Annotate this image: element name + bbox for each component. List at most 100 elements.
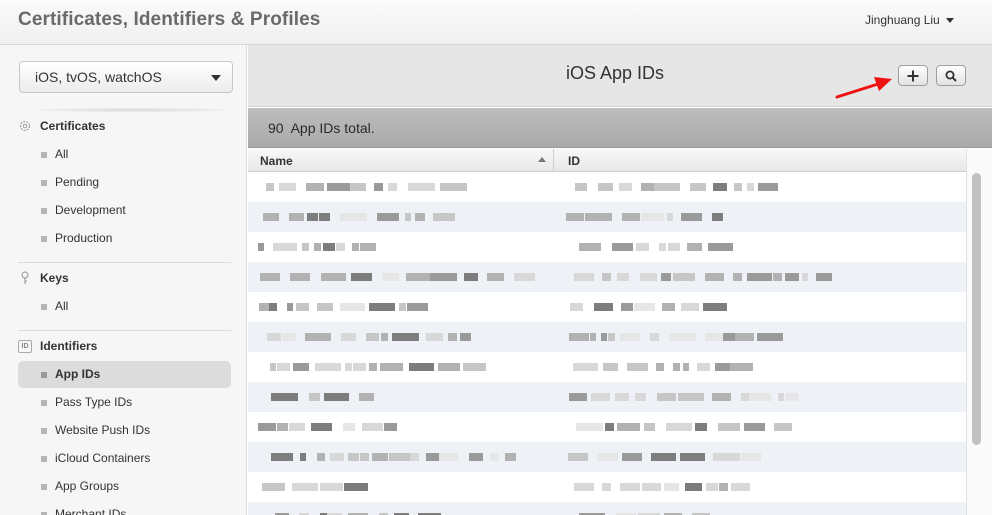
obscured-cell-block (293, 363, 309, 371)
obscured-cell-block (575, 183, 587, 191)
table-row[interactable] (248, 442, 966, 472)
obscured-cell-block (719, 483, 728, 491)
obscured-cell-block (620, 333, 640, 341)
table-row[interactable] (248, 262, 966, 292)
table-row[interactable] (248, 472, 966, 502)
sidebar-item-pending[interactable]: Pending (18, 169, 231, 196)
obscured-cell-block (321, 273, 346, 281)
sidebar-item-production[interactable]: Production (18, 225, 231, 252)
sidebar-item-app-ids[interactable]: App IDs (18, 361, 231, 388)
obscured-cell-block (271, 453, 293, 461)
obscured-cell-block (270, 363, 276, 371)
table-row[interactable] (248, 292, 966, 322)
obscured-cell-block (320, 483, 343, 491)
obscured-cell-block (644, 423, 655, 431)
obscured-cell-block (271, 393, 298, 401)
obscured-cell-block (327, 183, 350, 191)
chevron-down-icon (211, 75, 221, 81)
obscured-cell-block (657, 393, 676, 401)
obscured-cell-block (669, 333, 696, 341)
obscured-cell-block (713, 453, 740, 461)
obscured-cell-block (681, 303, 699, 311)
obscured-cell-block (382, 273, 399, 281)
table-row[interactable] (248, 502, 966, 515)
column-id-header[interactable]: ID (568, 154, 580, 168)
sidebar-item-app-groups[interactable]: App Groups (18, 473, 231, 500)
obscured-cell-block (569, 333, 589, 341)
table-row[interactable] (248, 382, 966, 412)
obscured-cell-block (683, 363, 689, 371)
obscured-cell-block (381, 333, 388, 341)
obscured-cell-block (681, 213, 702, 221)
table-row[interactable] (248, 352, 966, 382)
obscured-cell-block (463, 363, 486, 371)
obscured-cell-block (351, 273, 372, 281)
obscured-cell-block (666, 423, 692, 431)
scrollbar-thumb[interactable] (972, 173, 981, 445)
obscured-cell-block (340, 213, 367, 221)
search-button[interactable] (936, 65, 966, 86)
obscured-cell-block (574, 273, 594, 281)
obscured-cell-block (259, 303, 269, 311)
sort-ascending-icon (538, 157, 546, 162)
obscured-cell-block (330, 453, 344, 461)
obscured-cell-block (594, 303, 613, 311)
sidebar-item-keys-all[interactable]: All (18, 293, 231, 320)
sidebar-item-pass-type-ids[interactable]: Pass Type IDs (18, 389, 231, 416)
obscured-cell-block (741, 453, 761, 461)
obscured-cell-block (309, 393, 320, 401)
obscured-cell-block (690, 183, 706, 191)
table-row[interactable] (248, 322, 966, 352)
obscured-cell-block (621, 303, 633, 311)
obscured-cell-block (306, 183, 324, 191)
table-row[interactable] (248, 412, 966, 442)
obscured-cell-block (708, 243, 733, 251)
obscured-cell-block (392, 333, 419, 341)
obscured-cell-block (731, 483, 750, 491)
obscured-cell-block (426, 453, 439, 461)
obscured-cell-block (635, 393, 646, 401)
chevron-down-icon (945, 17, 954, 23)
sidebar-item-label: Website Push IDs (55, 423, 151, 437)
table-row[interactable] (248, 172, 966, 202)
obscured-cell-block (744, 423, 765, 431)
obscured-cell-block (786, 393, 798, 401)
obscured-cell-block (715, 363, 730, 371)
platform-select[interactable]: iOS, tvOS, watchOS (19, 61, 233, 93)
obscured-cell-block (369, 303, 395, 311)
bullet-icon (41, 304, 47, 310)
obscured-cell-block (574, 483, 594, 491)
obscured-cell-block (622, 453, 642, 461)
obscured-cell-block (673, 273, 695, 281)
sidebar-item-icloud-containers[interactable]: iCloud Containers (18, 445, 231, 472)
obscured-cell-block (723, 333, 735, 341)
key-icon (18, 271, 32, 285)
obscured-cell-block (311, 423, 332, 431)
sidebar-item-certificates-all[interactable]: All (18, 141, 231, 168)
obscured-cell-block (640, 273, 657, 281)
obscured-cell-block (341, 333, 356, 341)
table-row[interactable] (248, 202, 966, 232)
sidebar-item-label: Production (55, 231, 113, 245)
obscured-cell-block (608, 333, 615, 341)
obscured-cell-block (641, 183, 654, 191)
obscured-cell-block (687, 243, 702, 251)
obscured-cell-block (569, 393, 587, 401)
count-number: 90 (268, 120, 284, 136)
column-name-header[interactable]: Name (260, 154, 293, 168)
sidebar-item-development[interactable]: Development (18, 197, 231, 224)
obscured-cell-block (713, 183, 727, 191)
obscured-cell-block (734, 183, 742, 191)
sidebar-item-merchant-ids[interactable]: Merchant IDs (18, 501, 231, 515)
add-button[interactable] (898, 65, 928, 86)
obscured-cell-block (636, 243, 649, 251)
obscured-cell-block (570, 303, 583, 311)
sidebar-item-website-push-ids[interactable]: Website Push IDs (18, 417, 231, 444)
obscured-cell-block (340, 303, 365, 311)
user-menu[interactable]: Jinghuang Liu (865, 13, 954, 27)
sidebar-item-label: Pending (55, 175, 100, 189)
table-row[interactable] (248, 232, 966, 262)
obscured-cell-block (266, 183, 274, 191)
obscured-cell-block (661, 273, 671, 281)
obscured-cell-block (336, 243, 345, 251)
